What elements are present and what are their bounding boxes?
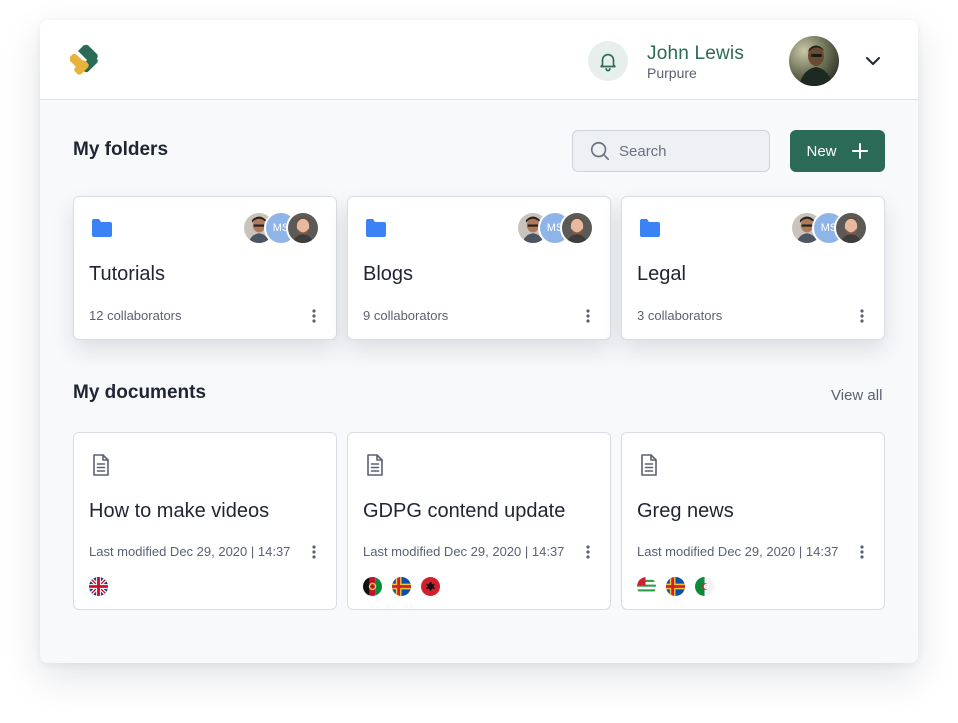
more-vertical-icon[interactable]	[306, 544, 322, 560]
documents-section-title: My documents	[73, 382, 207, 403]
folder-title: Tutorials	[89, 263, 165, 285]
collaborator-avatars: MS	[242, 211, 320, 245]
app-window: John Lewis Purpure My folders Search New…	[40, 20, 918, 663]
aland-flag-icon	[392, 577, 411, 596]
collaborator-avatars: MS	[516, 211, 594, 245]
aland-flag-icon	[666, 577, 685, 596]
language-flags	[89, 577, 108, 596]
abkhazia-flag-icon	[637, 577, 656, 596]
document-icon	[641, 454, 657, 476]
folder-icon	[640, 219, 660, 237]
folder-card[interactable]: MS Tutorials 12 collaborators	[73, 196, 337, 340]
folders-section-title: My folders	[73, 139, 169, 160]
folder-title: Legal	[637, 263, 686, 285]
document-card[interactable]: How to make videos Last modified Dec 29,…	[73, 432, 337, 610]
bell-icon	[600, 53, 616, 72]
avatar	[834, 211, 868, 245]
brand-logo[interactable]	[70, 41, 110, 81]
folder-title: Blogs	[363, 263, 414, 285]
search-input[interactable]	[619, 142, 759, 160]
search-icon	[590, 141, 610, 161]
user-name: John Lewis	[647, 43, 745, 64]
document-icon	[93, 454, 109, 476]
more-vertical-icon[interactable]	[854, 544, 870, 560]
more-vertical-icon[interactable]	[580, 544, 596, 560]
folder-card[interactable]: MS Blogs 9 collaborators	[347, 196, 611, 340]
new-button-label: New	[806, 142, 837, 160]
folder-card[interactable]: MS Legal 3 collaborators	[621, 196, 885, 340]
document-title: Greg news	[637, 500, 734, 522]
albania-flag-icon	[421, 577, 440, 596]
document-card[interactable]: Greg news Last modified Dec 29, 2020 | 1…	[621, 432, 885, 610]
user-avatar[interactable]	[789, 36, 839, 86]
document-title: GDPG contend update	[363, 500, 566, 522]
folder-collaborators-count: 9 collaborators	[363, 308, 449, 323]
folder-collaborators-count: 12 collaborators	[89, 308, 182, 323]
algeria-flag-icon	[695, 577, 714, 596]
top-bar: John Lewis Purpure	[40, 20, 918, 100]
plus-icon	[851, 143, 868, 159]
folder-icon	[92, 219, 112, 237]
user-organization: Purpure	[647, 65, 697, 81]
more-vertical-icon[interactable]	[580, 308, 596, 324]
collaborator-avatars: MS	[790, 211, 868, 245]
document-title: How to make videos	[89, 500, 270, 522]
folder-icon	[366, 219, 386, 237]
avatar	[286, 211, 320, 245]
avatar	[560, 211, 594, 245]
document-card[interactable]: GDPG contend update Last modified Dec 29…	[347, 432, 611, 610]
afghanistan-flag-icon	[363, 577, 382, 596]
folder-collaborators-count: 3 collaborators	[637, 308, 723, 323]
language-flags	[637, 577, 714, 596]
language-flags	[363, 577, 440, 596]
notifications-button[interactable]	[588, 41, 628, 81]
document-last-modified: Last modified Dec 29, 2020 | 14:37	[637, 544, 839, 559]
chevron-down-icon[interactable]	[863, 51, 883, 71]
search-box[interactable]	[572, 130, 770, 172]
new-folder-button[interactable]: New	[790, 130, 885, 172]
more-vertical-icon[interactable]	[854, 308, 870, 324]
document-last-modified: Last modified Dec 29, 2020 | 14:37	[89, 544, 291, 559]
document-icon	[367, 454, 383, 476]
more-vertical-icon[interactable]	[306, 308, 322, 324]
view-all-link[interactable]: View all	[831, 387, 882, 404]
uk-flag-icon	[89, 577, 108, 596]
document-last-modified: Last modified Dec 29, 2020 | 14:37	[363, 544, 565, 559]
